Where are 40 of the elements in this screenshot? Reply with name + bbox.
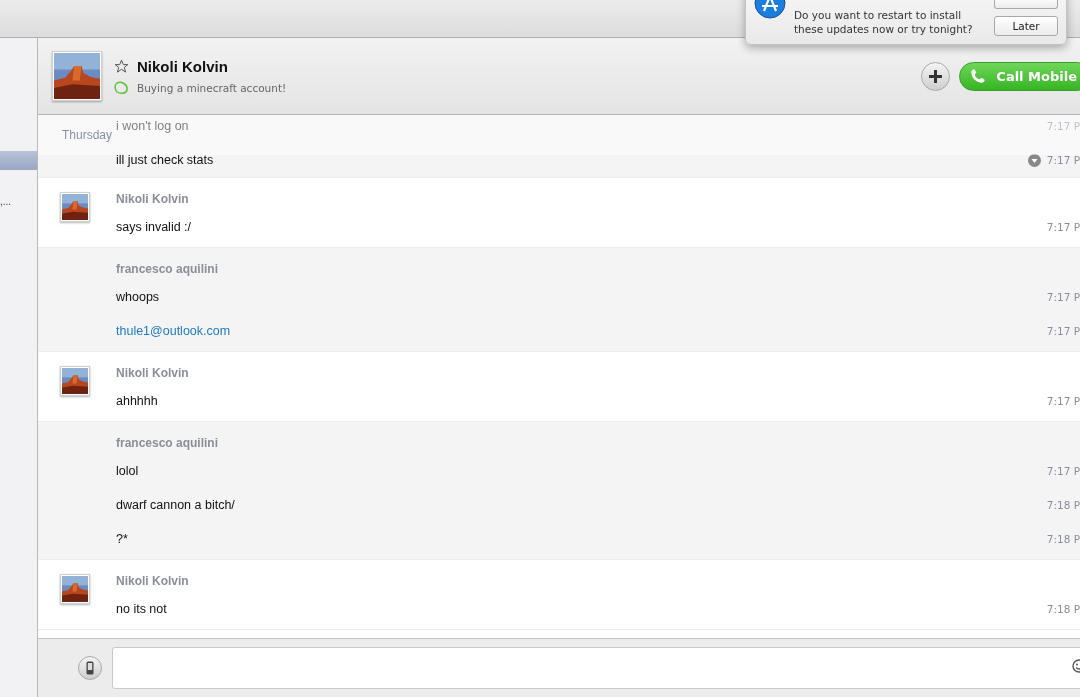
message-time: 7:17 P: [1046, 395, 1080, 407]
message-text: says invalid :/: [116, 220, 192, 234]
message-text: no its not: [116, 602, 167, 616]
sidebar-item[interactable]: ,...: [0, 196, 37, 207]
sender-name: francesco aquilini: [116, 435, 219, 452]
message-time: 7:17 P: [1046, 221, 1080, 233]
message-text: whoops: [116, 290, 160, 304]
message-text: ahhhhh: [116, 394, 158, 408]
later-button[interactable]: Later: [994, 16, 1058, 36]
sender-name: Nikoli Kolvin: [116, 191, 189, 208]
message-input[interactable]: [112, 647, 1080, 689]
sender-name: Nikoli Kolvin: [116, 573, 189, 590]
message-time: 7:17 P: [1046, 120, 1080, 132]
sender-name: francesco aquilini: [116, 261, 219, 278]
sender-name: Nikoli Kolvin: [116, 365, 189, 382]
message-text: ?*: [116, 532, 128, 546]
plus-icon: [928, 68, 944, 84]
add-button[interactable]: [921, 61, 951, 91]
phone-button[interactable]: [78, 656, 102, 680]
message-text: i won't log on: [116, 119, 189, 133]
message-time: 7:17 P: [1046, 154, 1080, 166]
contact-name: Nikoli Kolvin: [137, 57, 228, 75]
mood-message: Buying a minecraft account!: [137, 81, 287, 94]
star-icon[interactable]: [114, 58, 129, 74]
notification-message: Do you want to restart to install these updates now or try tonight?: [794, 8, 974, 36]
message-time: 7:17 P: [1046, 465, 1080, 477]
message-time: 7:18 P: [1046, 499, 1080, 511]
message-text: ill just check stats: [116, 153, 214, 167]
email-link[interactable]: thule1@outlook.com: [116, 324, 231, 338]
message-text: lolol: [116, 464, 139, 478]
date-header: Thursday: [62, 128, 113, 142]
message-time: 7:17 P: [1046, 291, 1080, 303]
mobile-phone-icon: [86, 661, 94, 675]
message-time: 7:18 P: [1046, 603, 1080, 615]
message-text: dwarf cannon a bitch/: [116, 498, 235, 512]
message-time: 7:17 P: [1046, 325, 1080, 337]
phone-icon: [970, 68, 987, 84]
message-time: 7:18 P: [1046, 533, 1080, 545]
dropdown-icon[interactable]: [1027, 153, 1041, 167]
status-icon: [114, 80, 129, 95]
